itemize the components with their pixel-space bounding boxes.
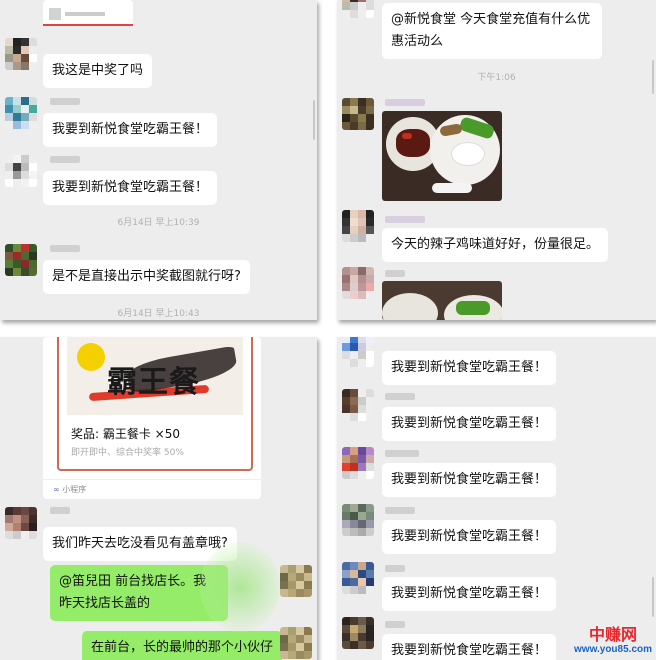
message-bubble[interactable]: 我要到新悦食堂吃霸王餐！: [382, 520, 557, 554]
message-bubble[interactable]: 我要到新悦食堂吃霸王餐！: [382, 351, 557, 385]
nickname-blur: [385, 216, 425, 223]
nickname-blur: [385, 99, 425, 106]
mini-program-card[interactable]: 霸王餐 奖品: 霸王餐卡 ×50 即开即中、综合中奖率 50% ∞ 小程序: [43, 337, 261, 499]
nickname-blur: [385, 393, 415, 400]
spicy-chicken: [396, 129, 430, 157]
chili: [402, 133, 412, 139]
message-bubble[interactable]: 我们昨天去吃没看见有盖章哦?: [43, 527, 237, 561]
message-bubble[interactable]: @新悦食堂 今天食堂充值有什么优惠活动么: [382, 3, 602, 59]
avatar[interactable]: [5, 38, 37, 70]
message-bubble[interactable]: 我这是中奖了吗: [43, 54, 153, 88]
avatar[interactable]: [342, 98, 374, 130]
message-bubble[interactable]: 是不是直接出示中奖截图就行呀?: [43, 260, 250, 294]
scrollbar[interactable]: [652, 60, 654, 94]
site-watermark: 中赚网 www.you85.com: [574, 626, 652, 656]
food-photo[interactable]: [382, 111, 502, 201]
avatar[interactable]: [5, 155, 37, 187]
message-bubble-self[interactable]: 在前台，长的最帅的那个小伙仔: [82, 631, 283, 660]
message-bubble[interactable]: 今天的辣子鸡味道好好，份量很足。: [382, 228, 609, 262]
prize-sub: 即开即中、综合中奖率 50%: [71, 448, 184, 458]
sun-icon: [77, 343, 105, 371]
nickname-blur: [50, 156, 80, 163]
spoon: [432, 183, 472, 193]
prize-label: 奖品: 霸王餐卡 ×50: [71, 427, 180, 441]
mini-program-text: 小程序: [62, 485, 87, 494]
avatar[interactable]: [5, 97, 37, 129]
nickname-blur: [385, 507, 415, 514]
avatar[interactable]: [5, 507, 37, 539]
message-bubble[interactable]: 我要到新悦食堂吃霸王餐！: [43, 113, 218, 147]
greens: [456, 301, 490, 315]
avatar[interactable]: [342, 210, 374, 242]
scrollbar[interactable]: [652, 577, 654, 617]
avatar[interactable]: [342, 504, 374, 536]
nickname-blur: [385, 450, 419, 457]
mini-program-label: ∞ 小程序: [53, 484, 86, 495]
banner-image: 霸王餐: [67, 337, 243, 415]
avatar[interactable]: [342, 389, 374, 421]
nickname-blur: [50, 507, 70, 514]
nickname-blur: [385, 270, 405, 277]
mini-program-icon: ∞: [53, 485, 60, 494]
watermark-url: www.you85.com: [574, 644, 652, 655]
watermark-title: 中赚网: [589, 625, 638, 644]
avatar[interactable]: [342, 267, 374, 299]
avatar-self[interactable]: [280, 565, 312, 597]
avatar[interactable]: [342, 447, 374, 479]
message-bubble[interactable]: 我要到新悦食堂吃霸王餐！: [382, 577, 557, 611]
timestamp: 6月14日 早上10:43: [117, 309, 200, 319]
avatar[interactable]: [5, 244, 37, 276]
message-bubble[interactable]: 我要到新悦食堂吃霸王餐！: [382, 634, 557, 660]
chat-panel-4: 我要到新悦食堂吃霸王餐！ 我要到新悦食堂吃霸王餐！ 我要到新悦食堂吃霸王餐！ 我…: [337, 337, 656, 660]
divider: [43, 479, 261, 480]
qr-icon: [49, 8, 61, 20]
plate: [382, 293, 438, 320]
banner-title: 霸王餐: [107, 365, 200, 400]
timestamp: 6月14日 早上10:39: [117, 218, 200, 228]
avatar[interactable]: [342, 562, 374, 594]
avatar[interactable]: [342, 337, 374, 367]
scrollbar[interactable]: [313, 100, 315, 140]
blur-overlay: [200, 542, 280, 632]
chat-panel-3: 霸王餐 奖品: 霸王餐卡 ×50 即开即中、综合中奖率 50% ∞ 小程序 我们…: [0, 337, 317, 660]
message-bubble[interactable]: 我要到新悦食堂吃霸王餐！: [382, 407, 557, 441]
avatar[interactable]: [342, 617, 374, 649]
message-bubble[interactable]: 我要到新悦食堂吃霸王餐！: [382, 463, 557, 497]
avatar-self[interactable]: [280, 627, 312, 659]
nickname-blur: [50, 98, 80, 105]
nickname-blur: [50, 245, 80, 252]
card-text-blur: [65, 12, 105, 16]
chat-panel-2: @新悦食堂 今天食堂充值有什么优惠活动么 下午1:06 今天的辣子鸡味道好好，份…: [337, 0, 656, 320]
nickname-blur: [385, 565, 405, 572]
card-accent-line: [43, 24, 133, 26]
chat-panel-1: 我这是中奖了吗 我要到新悦食堂吃霸王餐！ 我要到新悦食堂吃霸王餐！ 6月14日 …: [0, 0, 317, 320]
nickname-blur: [385, 621, 405, 628]
avatar[interactable]: [342, 0, 374, 18]
timestamp: 下午1:06: [477, 73, 516, 83]
food-photo[interactable]: [382, 281, 502, 320]
shared-card-fragment[interactable]: [43, 0, 133, 26]
rice: [452, 143, 484, 165]
message-bubble[interactable]: 我要到新悦食堂吃霸王餐！: [43, 171, 218, 205]
